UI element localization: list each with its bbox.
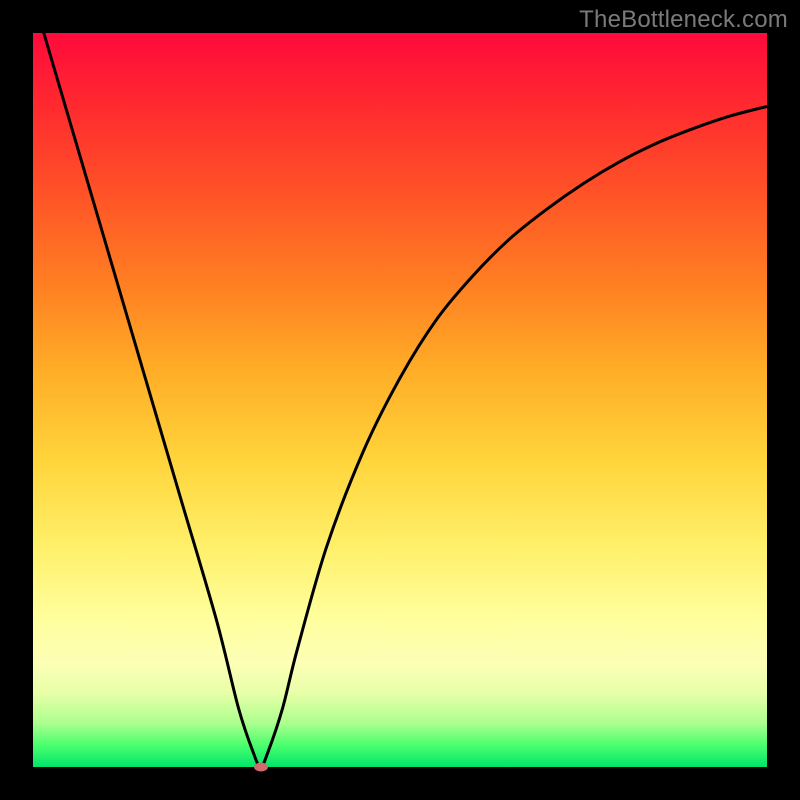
bottleneck-curve	[33, 33, 767, 767]
plot-area	[33, 33, 767, 767]
watermark-text: TheBottleneck.com	[579, 6, 788, 34]
chart-frame: TheBottleneck.com	[0, 0, 800, 800]
optimal-point-marker	[254, 763, 268, 772]
